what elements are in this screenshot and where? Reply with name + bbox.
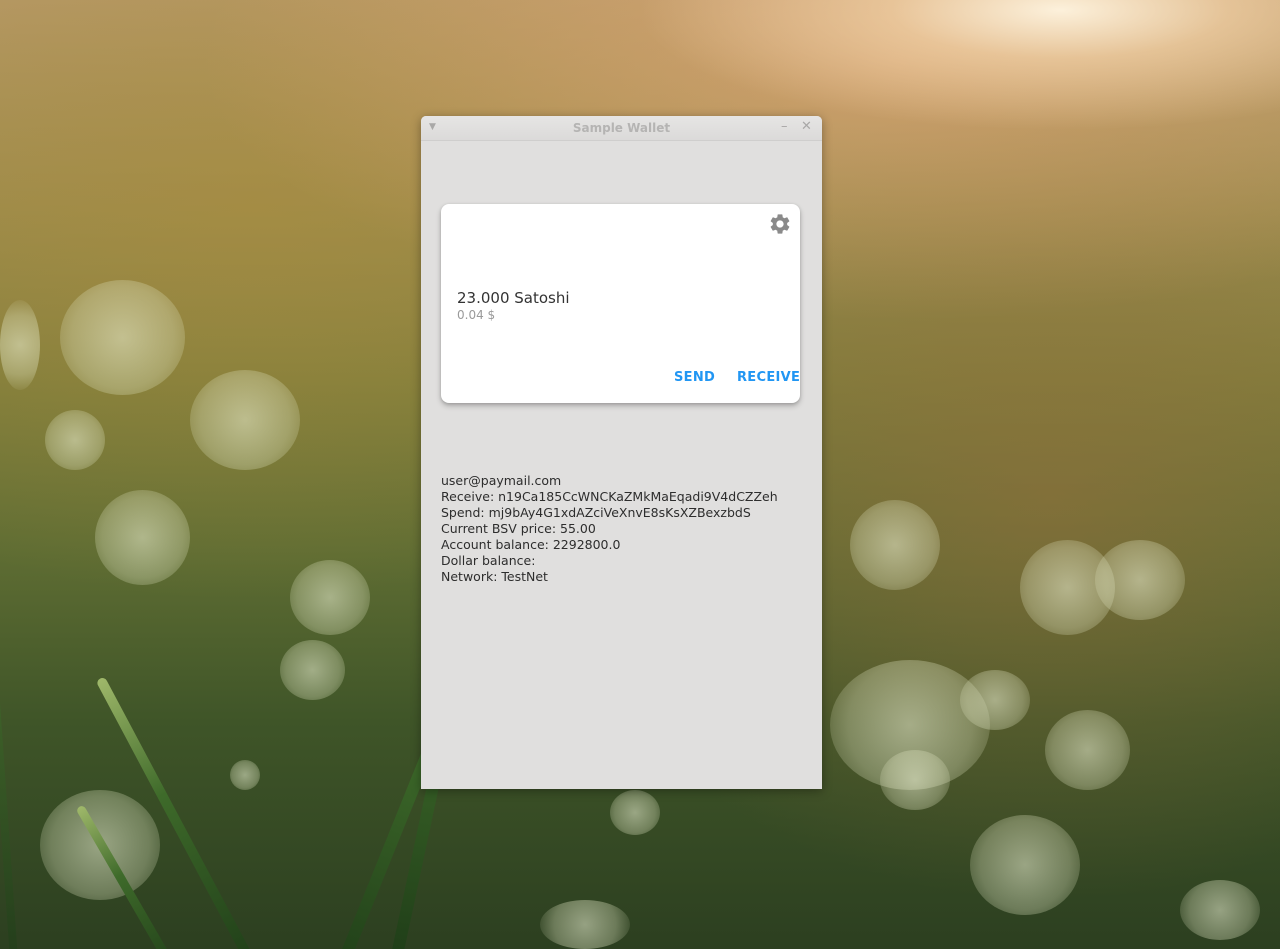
app-window: ▼ Sample Wallet – ✕ 23.000 Satoshi 0.04 … (421, 116, 822, 789)
wallet-info: user@paymail.com Receive: n19Ca185CcWNCK… (441, 473, 778, 585)
usd-balance: 0.04 $ (457, 308, 496, 322)
dollar-balance-text: Dollar balance: (441, 553, 536, 568)
desktop-background: ▼ Sample Wallet – ✕ 23.000 Satoshi 0.04 … (0, 0, 1280, 949)
bokeh-light (970, 815, 1080, 915)
bokeh-light (960, 670, 1030, 730)
bokeh-light (1045, 710, 1130, 790)
bokeh-light (880, 750, 950, 810)
bokeh-light (610, 790, 660, 835)
bokeh-light (0, 300, 40, 390)
bsv-price-text: Current BSV price: 55.00 (441, 521, 596, 536)
bokeh-light (1095, 540, 1185, 620)
network-text: Network: TestNet (441, 569, 548, 584)
bokeh-light (45, 410, 105, 470)
bokeh-light (230, 760, 260, 790)
paymail-text: user@paymail.com (441, 473, 562, 488)
gear-icon[interactable] (768, 212, 792, 236)
bokeh-light (95, 490, 190, 585)
grass-blade (0, 500, 18, 949)
close-icon[interactable]: ✕ (801, 119, 812, 134)
account-balance-text: Account balance: 2292800.0 (441, 537, 621, 552)
spend-address-text: Spend: mj9bAy4G1xdAZciVeXnvE8sKsXZBexzbd… (441, 505, 751, 520)
bokeh-light (280, 640, 345, 700)
receive-button[interactable]: RECEIVE (737, 370, 800, 385)
bokeh-light (1180, 880, 1260, 940)
bokeh-light (290, 560, 370, 635)
receive-address-text: Receive: n19Ca185CcWNCKaZMkMaEqadi9V4dCZ… (441, 489, 778, 504)
satoshi-balance: 23.000 Satoshi (457, 289, 570, 307)
window-title: Sample Wallet (572, 121, 671, 135)
bokeh-light (850, 500, 940, 590)
balance-card: 23.000 Satoshi 0.04 $ SEND RECEIVE (441, 204, 800, 403)
bokeh-light (540, 900, 630, 949)
bokeh-light (60, 280, 185, 395)
bokeh-light (190, 370, 300, 470)
minimize-icon[interactable]: – (781, 119, 788, 134)
title-bar[interactable]: ▼ Sample Wallet – ✕ (421, 116, 822, 141)
send-button[interactable]: SEND (674, 370, 715, 385)
